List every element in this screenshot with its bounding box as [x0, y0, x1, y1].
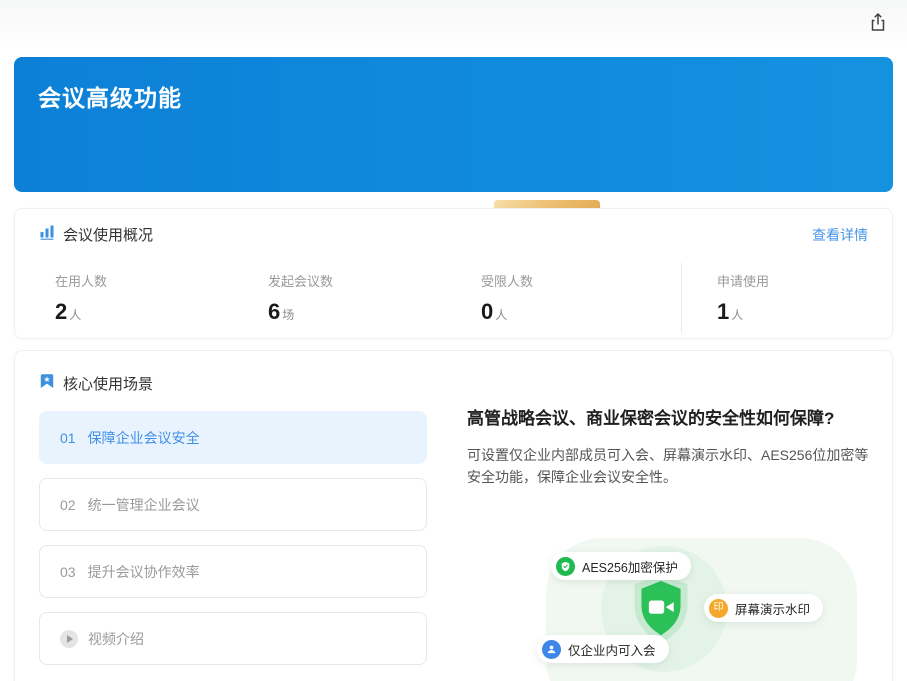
stat-meetings-started: 发起会议数 6场 — [268, 263, 481, 333]
scenario-label: 统一管理企业会议 — [88, 495, 200, 515]
person-icon — [542, 640, 561, 659]
stat-value: 0人 — [481, 299, 681, 325]
scenario-number: 03 — [60, 564, 76, 580]
shield-check-icon — [556, 557, 575, 576]
share-export-icon — [867, 11, 889, 36]
badge-internal-only: 仅企业内可入会 — [537, 635, 669, 663]
badge-screen-watermark: 印 屏幕演示水印 — [704, 594, 823, 622]
stat-active-users: 在用人数 2人 — [55, 263, 268, 333]
stat-label: 申请使用 — [717, 271, 769, 290]
page-title: 会议高级功能 — [38, 79, 182, 113]
usage-card-header: 会议使用概况 — [39, 224, 153, 245]
scenario-label: 保障企业会议安全 — [88, 428, 200, 448]
badge-label: AES256加密保护 — [582, 557, 678, 576]
stat-applied-users: 申请使用 1人 — [717, 263, 769, 333]
bookmark-star-icon: ★ — [39, 373, 55, 394]
bar-chart-icon — [39, 224, 55, 245]
scenario-list: 01 保障企业会议安全 02 统一管理企业会议 03 提升会议协作效率 视频介绍 — [39, 411, 427, 679]
scenario-number: 01 — [60, 430, 76, 446]
stat-unit: 场 — [282, 308, 294, 322]
stat-restricted-users: 受限人数 0人 — [481, 263, 681, 333]
scenario-detail-description: 可设置仅企业内部成员可入会、屏幕演示水印、AES256位加密等安全功能，保障企业… — [467, 444, 871, 489]
product-banner: 会议高级功能 ¥ 40 /人/年 购买 同步已有订单 已申请 — [14, 57, 893, 192]
play-icon — [60, 630, 78, 648]
view-details-link[interactable]: 查看详情 — [812, 225, 868, 245]
stat-label: 受限人数 — [481, 271, 681, 290]
illustration-background-blob — [546, 538, 857, 681]
scenario-detail-panel: 高管战略会议、商业保密会议的安全性如何保障? 可设置仅企业内部成员可入会、屏幕演… — [467, 408, 877, 489]
stat-unit: 人 — [495, 308, 507, 322]
core-scenarios-card: ★ 核心使用场景 01 保障企业会议安全 02 统一管理企业会议 03 提升会议… — [14, 350, 893, 681]
badge-aes-encryption: AES256加密保护 — [551, 552, 691, 580]
share-button[interactable] — [864, 9, 892, 37]
stamp-icon: 印 — [709, 599, 728, 618]
usage-card-title: 会议使用概况 — [63, 224, 153, 245]
usage-overview-card: 会议使用概况 查看详情 在用人数 2人 发起会议数 6场 受限人数 0人 申请使… — [14, 208, 893, 339]
svg-text:★: ★ — [43, 375, 50, 384]
badge-label: 屏幕演示水印 — [735, 599, 810, 618]
usage-stats-row: 在用人数 2人 发起会议数 6场 受限人数 0人 申请使用 1人 — [55, 263, 868, 333]
scenarios-card-header: ★ 核心使用场景 — [39, 373, 153, 394]
badge-label: 仅企业内可入会 — [568, 640, 656, 659]
scenario-item-efficiency[interactable]: 03 提升会议协作效率 — [39, 545, 427, 598]
stat-value: 6场 — [268, 299, 481, 325]
stat-label: 在用人数 — [55, 271, 268, 290]
video-intro-label: 视频介绍 — [88, 629, 144, 649]
scenario-label: 提升会议协作效率 — [88, 562, 200, 582]
scenario-detail-heading: 高管战略会议、商业保密会议的安全性如何保障? — [467, 408, 877, 431]
video-intro-item[interactable]: 视频介绍 — [39, 612, 427, 665]
stats-divider — [681, 263, 682, 333]
scenario-item-management[interactable]: 02 统一管理企业会议 — [39, 478, 427, 531]
stat-unit: 人 — [731, 308, 743, 322]
stat-unit: 人 — [69, 308, 81, 322]
stat-label: 发起会议数 — [268, 271, 481, 290]
scenario-item-security[interactable]: 01 保障企业会议安全 — [39, 411, 427, 464]
stat-value: 2人 — [55, 299, 268, 325]
illustration-background-circle — [601, 546, 727, 672]
stat-value: 1人 — [717, 299, 769, 325]
shield-camera-icon — [627, 572, 695, 651]
scenarios-card-title: 核心使用场景 — [63, 373, 153, 394]
scenario-number: 02 — [60, 497, 76, 513]
